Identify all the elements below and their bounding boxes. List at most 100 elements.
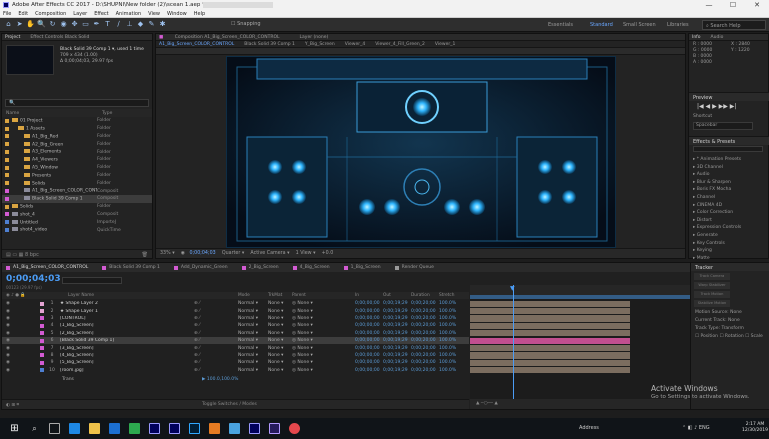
project-item[interactable]: A1_Big_Red Folder	[2, 133, 152, 141]
layer-label-color[interactable]	[40, 323, 44, 328]
label-color-swatch[interactable]	[5, 228, 9, 233]
tab-effect-controls[interactable]: Effect Controls Black Solid	[30, 35, 89, 40]
layer-stretch[interactable]: 100.0%	[439, 309, 456, 314]
trkmat-dropdown[interactable]: None ▾	[268, 331, 283, 336]
trkmat-dropdown[interactable]: None ▾	[268, 346, 283, 351]
blend-mode-dropdown[interactable]: Normal ▾	[238, 346, 258, 351]
trkmat-dropdown[interactable]: None ▾	[268, 360, 283, 365]
layer-switches[interactable]: ⊕ ⁄	[194, 368, 200, 373]
label-color-swatch[interactable]	[5, 150, 9, 155]
layer-duration-bar[interactable]	[470, 307, 630, 315]
timeline-tab[interactable]: 1_Big_Screen	[343, 265, 381, 270]
menu-effect[interactable]: Effect	[94, 11, 108, 17]
tab-composition[interactable]: ■ Composition A1_Big_Screen_COLOR_CONTRO…	[159, 35, 290, 40]
layer-switches[interactable]: ⊕ ⁄	[194, 346, 200, 351]
blend-mode-dropdown[interactable]: Normal ▾	[238, 316, 258, 321]
breadcrumb-item-6[interactable]: Viewer_1	[435, 42, 455, 47]
layer-switches[interactable]: ⊕ ⁄	[194, 309, 200, 314]
layer-label-color[interactable]	[40, 368, 44, 373]
pan-behind-tool-icon[interactable]: ✥	[70, 20, 79, 29]
effects-category[interactable]: ▸ Keying	[689, 247, 769, 255]
layer-out-time[interactable]: 0;00;19;29	[383, 368, 408, 373]
layer-switches[interactable]: ⊕ ⁄	[194, 338, 200, 343]
visibility-eye-icon[interactable]: ◉	[6, 346, 10, 351]
rotation-checkbox[interactable]: ☐ Rotation	[719, 334, 743, 339]
layer-duration[interactable]: 0;00;20;00	[411, 360, 436, 365]
taskbar-clock[interactable]: 2:17 AM 12/30/2019	[742, 422, 768, 434]
layer-label-color[interactable]	[40, 338, 44, 343]
menu-composition[interactable]: Composition	[35, 11, 66, 17]
layer-in-time[interactable]: 0;00;00;00	[355, 323, 380, 328]
layer-duration[interactable]: 0;00;20;00	[411, 338, 436, 343]
blend-mode-dropdown[interactable]: Normal ▾	[238, 338, 258, 343]
col-stretch[interactable]: Stretch	[439, 293, 455, 298]
search-icon[interactable]: ⌕	[29, 423, 40, 434]
layer-in-time[interactable]: 0;00;00;00	[355, 346, 380, 351]
blend-mode-dropdown[interactable]: Normal ▾	[238, 309, 258, 314]
col-trkmat[interactable]: TrkMat	[268, 293, 282, 298]
layer-label-color[interactable]	[40, 331, 44, 336]
file-explorer-icon[interactable]	[89, 423, 100, 434]
layer-name[interactable]: [3_Big_Screen]	[60, 346, 165, 351]
project-item[interactable]: A4_Viewers Folder	[2, 156, 152, 164]
playhead-icon[interactable]: ▼	[510, 285, 515, 292]
effects-category[interactable]: ▸ Distort	[689, 217, 769, 225]
parent-dropdown[interactable]: ◎ None ▾	[292, 316, 313, 321]
label-color-swatch[interactable]	[5, 165, 9, 170]
timeline-layer-row[interactable]: ◉ 9 [5_Big_Screen] ⊕ ⁄ Normal ▾ None ▾ ◎ None …	[2, 359, 469, 366]
timeline-tab[interactable]: Add_Dynamic_Green	[173, 265, 228, 270]
shortcut-dropdown[interactable]: Spacebar	[693, 122, 753, 130]
layer-switches[interactable]: ⊕ ⁄	[194, 316, 200, 321]
trkmat-dropdown[interactable]: None ▾	[268, 301, 283, 306]
effects-category[interactable]: ▸ 3D Channel	[689, 164, 769, 172]
audition-icon[interactable]	[269, 423, 280, 434]
project-item[interactable]: shot_4 Composit	[2, 211, 152, 219]
layer-out-time[interactable]: 0;00;19;29	[383, 360, 408, 365]
visibility-eye-icon[interactable]: ◉	[6, 338, 10, 343]
tab-project[interactable]: Project	[5, 35, 20, 40]
layer-out-time[interactable]: 0;00;19;29	[383, 301, 408, 306]
workspace-small-screen[interactable]: Small Screen	[623, 22, 656, 28]
timeline-layer-row[interactable]: ◉ 2 ★ Shape Layer 1 ⊕ ⁄ Normal ▾ None ▾ ◎ None…	[2, 307, 469, 314]
timeline-tab[interactable]: A1_Big_Screen_COLOR_CONTROL	[6, 265, 88, 270]
chrome-icon[interactable]	[129, 423, 140, 434]
timeline-layer-row[interactable]: ◉ 8 [4_Big_Screen] ⊕ ⁄ Normal ▾ None ▾ ◎ None …	[2, 352, 469, 359]
layer-name[interactable]: [room.jpg]	[60, 368, 165, 373]
layer-duration[interactable]: 0;00;20;00	[411, 309, 436, 314]
visibility-eye-icon[interactable]: ◉	[6, 360, 10, 365]
parent-dropdown[interactable]: ◎ None ▾	[292, 346, 313, 351]
selection-tool-icon[interactable]: ➤	[15, 20, 24, 29]
camera-dropdown[interactable]: Active Camera ▾	[250, 251, 289, 256]
layer-in-time[interactable]: 0;00;00;00	[355, 360, 380, 365]
visibility-eye-icon[interactable]: ◉	[6, 309, 10, 314]
label-color-swatch[interactable]	[5, 204, 9, 209]
blend-mode-dropdown[interactable]: Normal ▾	[238, 368, 258, 373]
layer-name[interactable]: [Black Solid 39 Comp 1]	[60, 338, 165, 343]
timeline-tab[interactable]: Black Solid 39 Comp 1	[102, 265, 160, 270]
eraser-tool-icon[interactable]: ◆	[136, 20, 145, 29]
layer-duration[interactable]: 0;00;20;00	[411, 346, 436, 351]
layer-duration[interactable]: 0;00;20;00	[411, 331, 436, 336]
effects-category[interactable]: ▸ Audio	[689, 171, 769, 179]
effects-category[interactable]: ▸ CINEMA 4D	[689, 202, 769, 210]
layer-switches[interactable]: ⊕ ⁄	[194, 331, 200, 336]
layer-duration-bar[interactable]	[470, 330, 630, 337]
project-item[interactable]: Untitled ImporteJ	[2, 218, 152, 226]
label-color-swatch[interactable]	[5, 196, 9, 201]
timeline-tab[interactable]: 2_Big_Screen	[241, 265, 279, 270]
layer-out-time[interactable]: 0;00;19;29	[383, 316, 408, 321]
snapping-checkbox[interactable]: ☐ Snapping	[231, 21, 261, 27]
trash-icon[interactable]: 🗑	[142, 252, 148, 258]
layer-name[interactable]: [CONTROL]	[60, 316, 165, 321]
system-tray-icons[interactable]: ⌃ ◧ ♪ ENG	[682, 425, 710, 431]
parent-dropdown[interactable]: ◎ None ▾	[292, 323, 313, 328]
hand-tool-icon[interactable]: ✋	[26, 20, 35, 29]
layer-switches[interactable]: ⊕ ⁄	[194, 353, 200, 358]
tab-layer[interactable]: Layer (none)	[300, 35, 329, 40]
project-item[interactable]: Solids Folder	[2, 203, 152, 211]
timeline-tab[interactable]: Render Queue	[394, 265, 434, 270]
layer-duration-bar[interactable]	[470, 352, 630, 359]
scale-checkbox[interactable]: ☐ Scale	[745, 334, 763, 339]
layer-out-time[interactable]: 0;00;19;29	[383, 338, 408, 343]
layer-duration-bar[interactable]	[470, 300, 630, 307]
